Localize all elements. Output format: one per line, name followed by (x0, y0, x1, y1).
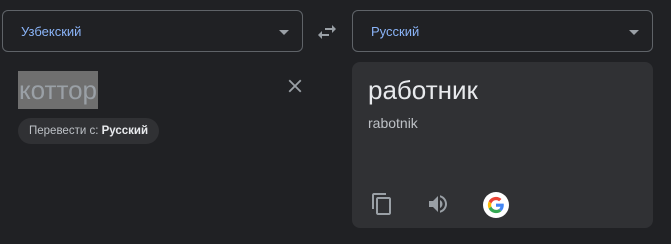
close-icon (288, 79, 302, 93)
source-language-label: Узбекский (21, 24, 82, 39)
swap-languages-button[interactable] (315, 20, 339, 44)
translation-result-text: работник (368, 75, 478, 105)
copy-icon (372, 193, 391, 215)
translate-from-suggestion-chip[interactable]: Перевести с: Русский (18, 118, 160, 144)
google-search-button[interactable] (483, 192, 509, 218)
google-logo-icon (483, 192, 509, 218)
swap-icon (318, 25, 336, 39)
target-language-select[interactable]: Русский (352, 10, 653, 52)
transliteration-text: rabotnik (368, 115, 418, 131)
chevron-down-icon (629, 30, 639, 35)
translation-result-card: работник rabotnik (352, 62, 653, 228)
copy-button[interactable] (370, 192, 396, 218)
detect-language: Русский (101, 125, 149, 137)
listen-button[interactable] (426, 192, 452, 218)
source-language-select[interactable]: Узбекский (2, 10, 303, 52)
chevron-down-icon (279, 30, 289, 35)
source-text-input[interactable]: коттор (18, 71, 98, 109)
clear-source-button[interactable] (284, 75, 306, 97)
target-language-label: Русский (371, 24, 420, 39)
speaker-icon (429, 195, 447, 213)
detect-prefix: Перевести с: (29, 125, 102, 137)
